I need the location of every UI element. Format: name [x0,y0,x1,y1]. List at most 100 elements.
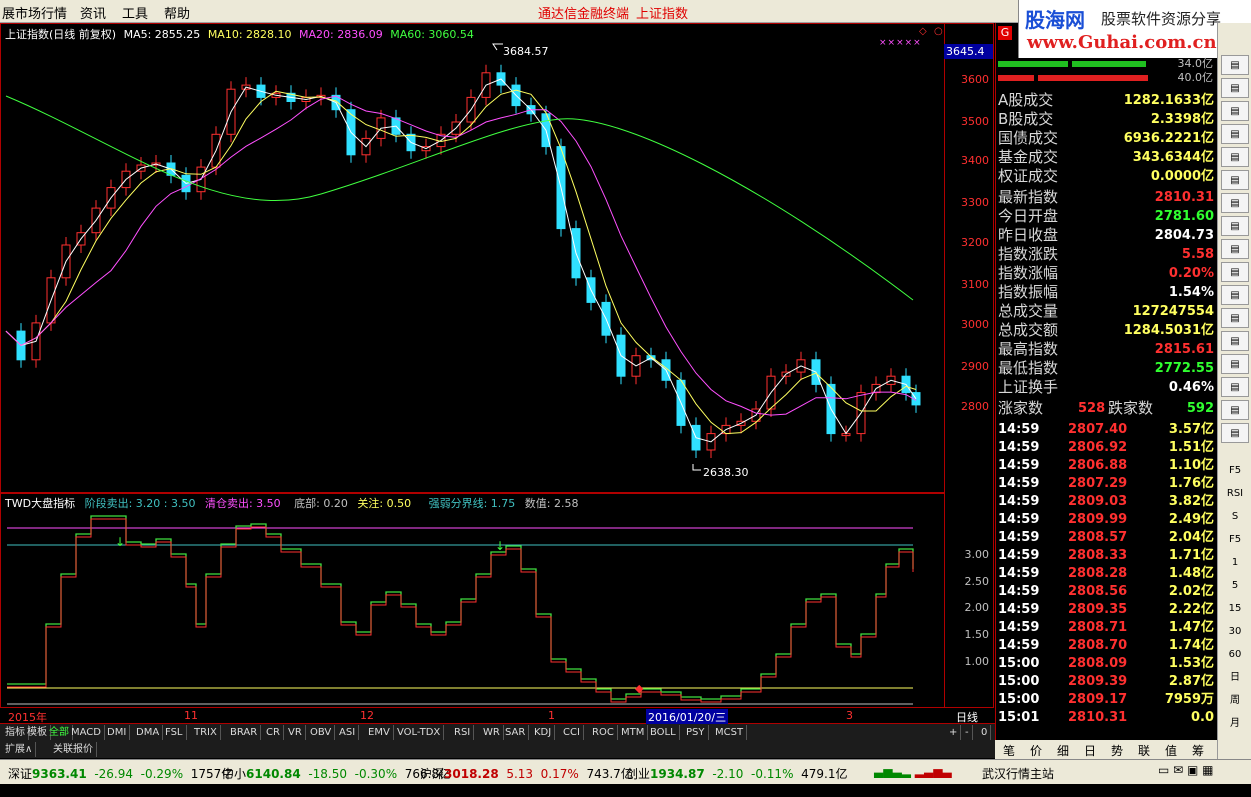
toolbar-tool-icon[interactable]: ▤ [1221,55,1249,75]
date-label: 3 [846,709,853,722]
toolbar-button[interactable]: 30 [1221,622,1249,642]
toolbar-button[interactable]: F5 [1221,530,1249,550]
toolbar-tool-icon[interactable]: ▤ [1221,262,1249,282]
turnover-value: 1282.1633亿 [1123,93,1214,108]
tab-indicator[interactable]: MCST [712,725,748,740]
volume-bar-red [1038,75,1148,81]
indicator-chart[interactable]: TWD大盘指标 阶段卖出: 3.20 : 3.50 清仓卖出: 3.50 底部:… [0,493,945,708]
tab-indicator[interactable]: EMV [365,725,394,740]
detail-tab[interactable]: 笔 [1003,742,1015,759]
tab-indicator[interactable]: WR [480,725,504,740]
toolbar-tool-icon[interactable]: ▤ [1221,377,1249,397]
tab-related-quotes[interactable]: 关联报价 [50,742,97,757]
tab-indicator[interactable]: DMI [104,725,131,740]
toolbar-button[interactable]: F5 [1221,461,1249,481]
tick-amount: 2.49亿 [1168,512,1214,527]
toolbar-tool-icon[interactable]: ▤ [1221,308,1249,328]
toolbar-tool-icon[interactable]: ▤ [1221,331,1249,351]
price-tick: 3500 [961,115,989,128]
toolbar-button[interactable]: 月 [1221,714,1249,734]
menu-help[interactable]: 帮助 [164,3,190,22]
tick-time: 15:00 [998,674,1040,689]
tick-row: 14:59 2808.57 2.04亿 [996,529,1218,547]
toolbar-tool-icon[interactable]: ▤ [1221,147,1249,167]
price-tick: 3100 [961,278,989,291]
toolbar-tool-icon[interactable]: ▤ [1221,354,1249,374]
tab-indicator[interactable]: KDJ [531,725,556,740]
toolbar-button[interactable]: 5 [1221,576,1249,596]
tab-indicator[interactable]: FSL [162,725,187,740]
tab-expand[interactable]: 扩展∧ [2,742,37,757]
toolbar-button[interactable]: S [1221,507,1249,527]
index-ticker[interactable]: 中小6140.84 -18.50 -0.30% 766.8亿 [222,765,451,782]
toolbar-tool-icon[interactable]: ▤ [1221,216,1249,236]
toolbar-button[interactable]: 1 [1221,553,1249,573]
tick-time: 15:00 [998,656,1040,671]
tab-indicator[interactable]: PSY [683,725,709,740]
toolbar-tool-icon[interactable]: ▤ [1221,124,1249,144]
tab-indicator[interactable]: ASI [336,725,360,740]
tab-indicator[interactable]: MTM [618,725,649,740]
kline-chart[interactable]: 上证指数(日线 前复权) MA5: 2855.25 MA10: 2828.10 … [0,23,945,493]
toolbar-button[interactable]: 60 [1221,645,1249,665]
tab-indicator[interactable]: VOL-TDX [394,725,445,740]
toolbar-tool-icon[interactable]: ▤ [1221,400,1249,420]
tab-indicator[interactable]: DMA [133,725,164,740]
window-buttons-icon[interactable]: ▭ ✉ ▣ ▦ [1158,763,1214,777]
tab-indicator[interactable]: OBV [307,725,336,740]
menu-news[interactable]: 资讯 [80,3,106,22]
detail-tab[interactable]: 势 [1111,742,1123,759]
zoom-control-button[interactable]: + [946,725,962,740]
toolbar-tool-icon[interactable]: ▤ [1221,285,1249,305]
detail-tab[interactable]: 值 [1165,742,1177,759]
detail-tab[interactable]: 联 [1138,742,1150,759]
tab-indicator[interactable]: CR [263,725,284,740]
toolbar-tool-icon[interactable]: ▤ [1221,423,1249,443]
price-tick: 3300 [961,196,989,209]
index-ticker[interactable]: 深证9363.41 -26.94 -0.29% 1757亿 [8,765,233,782]
tick-amount: 3.82亿 [1168,494,1214,509]
detail-tabs: 笔价细日势联值筹 [995,740,1217,759]
quote-value: 2772.55 [1154,361,1214,376]
tab-indicator[interactable]: SAR [502,725,530,740]
zoom-control-button[interactable]: 0 [978,725,992,740]
toolbar-tool-icon[interactable]: ▤ [1221,101,1249,121]
group-tag[interactable]: G [998,26,1012,40]
detail-tab[interactable]: 细 [1057,742,1069,759]
toolbar-tool-icon[interactable]: ▤ [1221,239,1249,259]
detail-tab[interactable]: 筹 [1192,742,1204,759]
toolbar-tool-icon[interactable]: ▤ [1221,78,1249,98]
detail-tab[interactable]: 日 [1084,742,1096,759]
tab-indicator[interactable]: BOLL [647,725,680,740]
toolbar-button[interactable]: 日 [1221,668,1249,688]
toolbar-tool-icon[interactable]: ▤ [1221,170,1249,190]
turnover-label: 国债成交 [998,129,1059,147]
indicator-tick: 1.50 [964,628,990,641]
tab-indicator[interactable]: MACD [68,725,105,740]
toolbar-button[interactable]: 周 [1221,691,1249,711]
indicator-tick: 2.00 [964,601,990,614]
server-name[interactable]: 武汉行情主站 [982,765,1054,782]
tab-indicator[interactable]: CCI [560,725,584,740]
tab-indicator[interactable]: BRAR [227,725,262,740]
index-ticker[interactable]: 创业1934.87 -2.10 -0.11% 479.1亿 [626,765,847,782]
tab-indicator[interactable]: RSI [451,725,475,740]
menu-market[interactable]: 展市场行情 [2,3,67,22]
tab-indicator[interactable]: ROC [589,725,618,740]
tick-price: 2809.17 [1068,692,1128,707]
price-tick: 3000 [961,318,989,331]
tab-indicator[interactable]: VR [285,725,306,740]
toolbar-button[interactable]: RSI [1221,484,1249,504]
tick-row: 14:59 2807.40 3.57亿 [996,421,1218,439]
menu-tools[interactable]: 工具 [122,3,148,22]
price-tick: 2900 [961,360,989,373]
volume-bar-green [998,61,1068,67]
tick-price: 2807.40 [1068,422,1128,437]
zoom-control-button[interactable]: - [962,725,973,740]
toolbar-button[interactable]: 15 [1221,599,1249,619]
detail-tab[interactable]: 价 [1030,742,1042,759]
quote-label: 指数振幅 [998,283,1059,301]
index-ticker[interactable]: 沪深3018.28 5.13 0.17% 743.7亿 [420,765,633,782]
toolbar-tool-icon[interactable]: ▤ [1221,193,1249,213]
tab-indicator[interactable]: TRIX [191,725,221,740]
